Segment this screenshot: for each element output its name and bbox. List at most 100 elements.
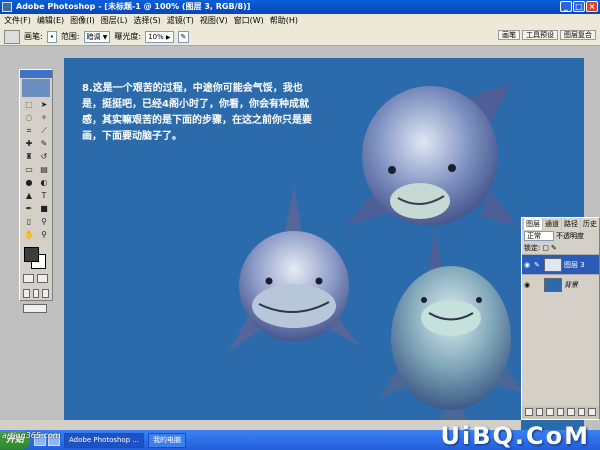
menu-select[interactable]: 选择(S): [133, 14, 160, 28]
full-screen-menu-button[interactable]: [32, 289, 40, 298]
dolphin-illustration-right: [379, 266, 524, 430]
layer-row[interactable]: ◉ 背景: [522, 274, 599, 294]
clone-stamp-tool-icon[interactable]: ♜: [22, 151, 36, 163]
range-label: 范围:: [60, 32, 80, 41]
dolphin-illustration-left: [229, 186, 359, 351]
eye-icon[interactable]: ◉: [524, 281, 532, 289]
quick-mask-button[interactable]: [37, 274, 48, 283]
zoom-tool-icon[interactable]: ⚲: [37, 229, 51, 241]
brush-label: 画笔:: [24, 32, 43, 41]
airbrush-toggle[interactable]: ✎: [177, 30, 190, 43]
mask-icon[interactable]: [546, 408, 554, 416]
tool-preset-picker[interactable]: [4, 29, 20, 44]
folder-icon[interactable]: [556, 408, 565, 416]
site-watermark: arting365.com: [2, 431, 61, 440]
color-swatches: [20, 245, 52, 271]
hand-tool-icon[interactable]: ✋: [22, 229, 36, 241]
lock-row: 锁定: ▢ ✎: [522, 242, 599, 254]
slice-tool-icon[interactable]: ⟋: [37, 125, 51, 137]
menu-layer[interactable]: 图层(L): [101, 14, 128, 28]
lock-label: 锁定:: [524, 244, 541, 252]
menu-help[interactable]: 帮助(H): [270, 14, 298, 28]
layer-style-icon[interactable]: [535, 408, 544, 416]
taskbar-item-photoshop[interactable]: Adobe Photoshop ...: [64, 432, 145, 448]
blend-mode-select[interactable]: 正常: [524, 231, 554, 241]
foreground-color-swatch[interactable]: [24, 247, 39, 262]
magic-wand-tool-icon[interactable]: ✧: [37, 112, 51, 124]
full-screen-button[interactable]: [42, 289, 50, 298]
palette-tab-brushes[interactable]: 画笔: [498, 30, 520, 40]
range-select[interactable]: 暗调 ▼: [83, 30, 111, 43]
shape-tool-icon[interactable]: ■: [37, 203, 51, 215]
menu-edit[interactable]: 编辑(E): [37, 14, 64, 28]
new-layer-icon[interactable]: [577, 408, 586, 416]
toolbox-titlebar[interactable]: [20, 70, 52, 78]
marquee-tool-icon[interactable]: ⬚: [22, 99, 36, 111]
exposure-value: 10%: [148, 32, 164, 41]
palette-well: 画笔 工具预设 图层复合: [498, 30, 596, 40]
dodge-tool-icon[interactable]: ◐: [37, 177, 51, 189]
crop-tool-icon[interactable]: ⌗: [22, 125, 36, 137]
lasso-tool-icon[interactable]: ◌: [22, 112, 36, 124]
tab-channels[interactable]: 通道: [543, 218, 561, 230]
menu-image[interactable]: 图像(I): [70, 14, 95, 28]
layer-name: 图层 3: [564, 260, 585, 269]
blend-row: 正常 不透明度: [522, 230, 599, 242]
eyedropper-tool-icon[interactable]: ⚲: [37, 216, 51, 228]
chevron-right-icon: ▶: [165, 33, 171, 41]
layer-name: 背景: [564, 280, 578, 289]
eye-icon[interactable]: ◉: [524, 261, 532, 269]
path-selection-tool-icon[interactable]: ▲: [22, 190, 36, 202]
brush-picker[interactable]: •: [46, 30, 57, 43]
menu-file[interactable]: 文件(F): [4, 14, 31, 28]
jump-to-imageready-button[interactable]: [23, 304, 47, 313]
menu-filter[interactable]: 滤镜(T): [167, 14, 194, 28]
tab-paths[interactable]: 路径: [562, 218, 580, 230]
adjustment-icon[interactable]: [567, 408, 575, 416]
palette-tab-tool-presets[interactable]: 工具预设: [522, 30, 558, 40]
jump-to-button-row: [20, 301, 52, 316]
exposure-label: 曝光度:: [114, 32, 142, 41]
palette-tab-layer-comps[interactable]: 图层复合: [560, 30, 596, 40]
window-title: Adobe Photoshop - [未标题-1 @ 100% (图层 3, R…: [16, 2, 251, 11]
eraser-tool-icon[interactable]: ▭: [22, 164, 36, 176]
layer-row[interactable]: ◉ ✎ 图层 3: [522, 254, 599, 274]
screen-mode-buttons: [20, 286, 52, 301]
brand-watermark: UiBQ.CoM: [440, 422, 590, 450]
lock-brush-icon[interactable]: ✎: [551, 244, 557, 252]
opacity-label: 不透明度: [556, 232, 584, 240]
layers-panel: 图层 通道 路径 历史 正常 不透明度 锁定: ▢ ✎ ◉ ✎ 图层 3 ◉ 背…: [521, 217, 600, 420]
history-brush-tool-icon[interactable]: ↺: [37, 151, 51, 163]
window-controls: _ □ ×: [560, 1, 598, 12]
maximize-button[interactable]: □: [573, 1, 585, 12]
brush-tool-icon[interactable]: ✎: [37, 138, 51, 150]
lock-icon[interactable]: ▢: [542, 244, 549, 252]
minimize-button[interactable]: _: [560, 1, 572, 12]
notes-tool-icon[interactable]: ▯: [22, 216, 36, 228]
taskbar-item-my-computer[interactable]: 我的电脑: [148, 432, 187, 448]
menu-view[interactable]: 视图(V): [200, 14, 228, 28]
type-tool-icon[interactable]: T: [37, 190, 51, 202]
layers-panel-footer: [522, 406, 599, 419]
photoshop-feather-logo[interactable]: [22, 79, 50, 97]
toolbox-panel: ⬚ ➤ ◌ ✧ ⌗ ⟋ ✚ ✎ ♜ ↺ ▭ ▤ ● ◐ ▲ T ✒ ■ ▯ ⚲ …: [19, 69, 53, 313]
exposure-input[interactable]: 10% ▶: [145, 30, 174, 43]
pen-tool-icon[interactable]: ✒: [22, 203, 36, 215]
range-value: 暗调: [86, 32, 101, 41]
link-icon[interactable]: [525, 408, 533, 416]
menu-window[interactable]: 窗口(W): [234, 14, 264, 28]
gradient-tool-icon[interactable]: ▤: [37, 164, 51, 176]
trash-icon[interactable]: [588, 408, 597, 416]
blur-tool-icon[interactable]: ●: [22, 177, 36, 189]
tutorial-text: 8.这是一个艰苦的过程，中途你可能会气馁，我也是，挺挺吧，已经4阁小时了，你看，…: [82, 83, 312, 142]
standard-mode-button[interactable]: [23, 274, 34, 283]
tab-layers[interactable]: 图层: [524, 218, 542, 230]
standard-screen-button[interactable]: [23, 289, 30, 298]
window-titlebar[interactable]: Adobe Photoshop - [未标题-1 @ 100% (图层 3, R…: [0, 0, 600, 14]
healing-brush-tool-icon[interactable]: ✚: [22, 138, 36, 150]
menu-bar: 文件(F) 编辑(E) 图像(I) 图层(L) 选择(S) 滤镜(T) 视图(V…: [0, 14, 600, 28]
close-button[interactable]: ×: [586, 1, 598, 12]
move-tool-icon[interactable]: ➤: [37, 99, 51, 111]
tab-history[interactable]: 历史: [581, 218, 599, 230]
